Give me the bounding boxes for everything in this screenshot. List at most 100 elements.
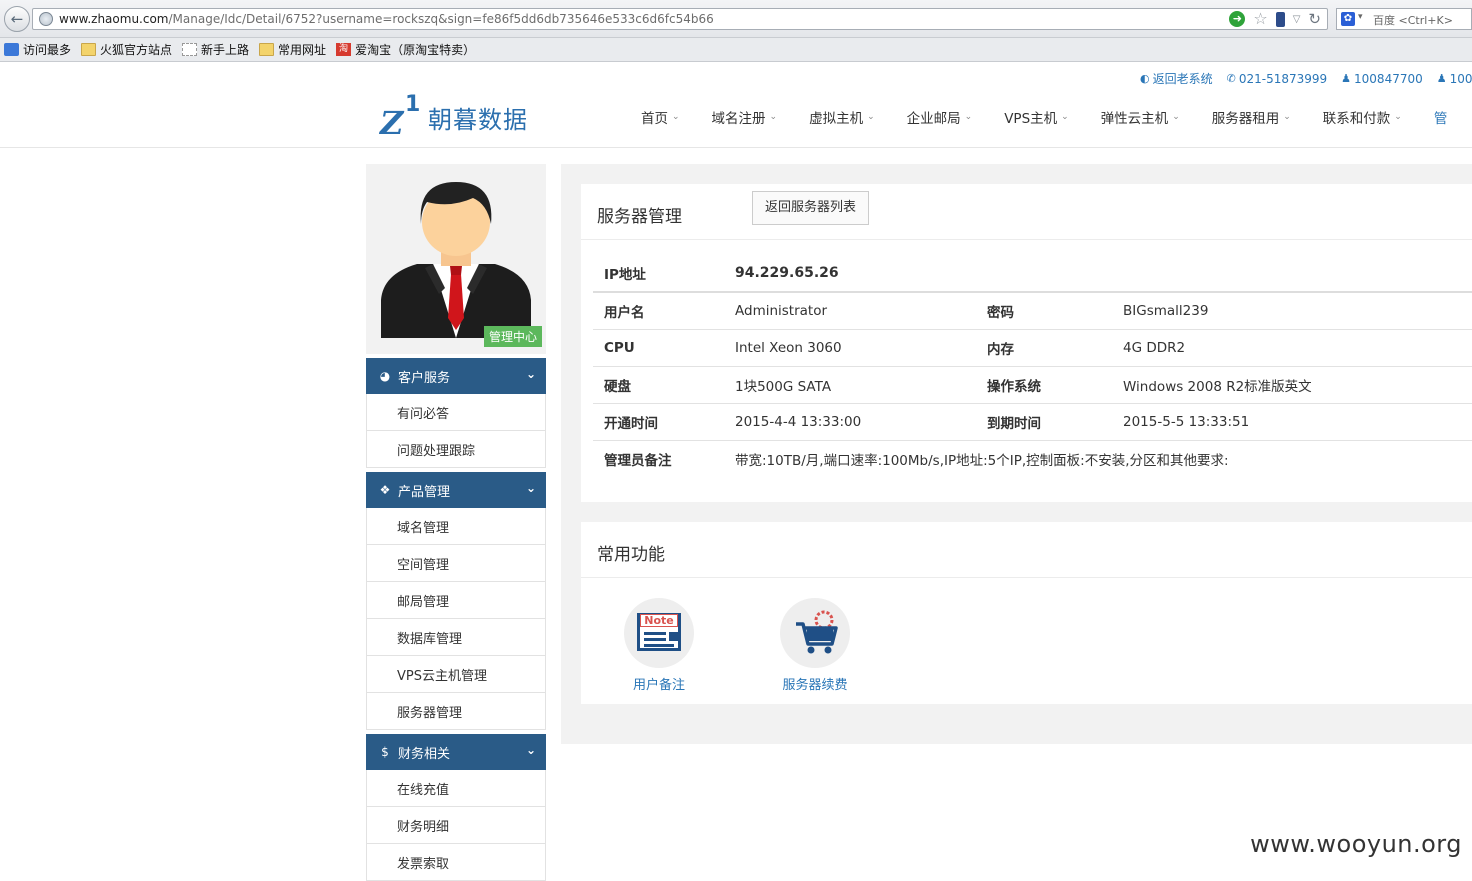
go-arrow-icon[interactable]: ➜ <box>1229 11 1246 27</box>
folder-icon <box>81 43 97 56</box>
back-arrow-icon[interactable]: ← <box>4 6 30 32</box>
page-icon <box>182 43 198 56</box>
sidebar-group-finance[interactable]: $ 财务相关 ⌄ <box>366 734 546 770</box>
memory-label: 内存 <box>976 329 1112 367</box>
sidebar-item-finance-details[interactable]: 财务明细 <box>366 807 546 844</box>
note-icon[interactable]: Note <box>624 598 694 668</box>
bookmark-firefox-site[interactable]: 火狐官方站点 <box>81 41 172 58</box>
sidebar-item-database-management[interactable]: 数据库管理 <box>366 619 546 656</box>
management-center-badge[interactable]: 管理中心 <box>483 326 542 347</box>
engine-dropdown-icon[interactable]: ▾ <box>1358 12 1363 22</box>
cart-icon[interactable] <box>780 598 850 668</box>
ip-value: 94.229.65.26 <box>724 254 1472 293</box>
server-info-table: IP地址 94.229.65.26 用户名 Administrator 密码 B… <box>593 254 1472 477</box>
server-detail-panel: 服务器管理 返回服务器列表 IP地址 94.229.65.26 用户名 Admi… <box>581 184 1472 502</box>
user-note-label[interactable]: 用户备注 <box>609 674 709 693</box>
header-divider <box>0 147 1472 148</box>
chevron-down-icon: ⌄ <box>525 743 536 757</box>
watermark: www.wooyun.org <box>1250 830 1462 858</box>
sidebar-item-domain-management[interactable]: 域名管理 <box>366 508 546 545</box>
back-to-server-list-button[interactable]: 返回服务器列表 <box>752 191 870 225</box>
password-label: 密码 <box>976 292 1112 330</box>
sidebar: 管理中心 ◕ 客户服务 ⌄ 有问必答 问题处理跟踪 ❖ 产品管理 ⌄ 域名管理 空间… <box>366 164 546 881</box>
site-logo[interactable]: Z1 朝暮数据 <box>380 92 528 142</box>
sidebar-item-mail-management[interactable]: 邮局管理 <box>366 582 546 619</box>
table-row: 管理员备注 带宽:10TB/月,端口速率:100Mb/s,IP地址:5个IP,控… <box>593 440 1472 477</box>
sidebar-group-product-management[interactable]: ❖ 产品管理 ⌄ <box>366 472 546 508</box>
nav-hosting[interactable]: 虚拟主机 ⌄ <box>809 107 875 127</box>
address-bar[interactable]: www.zhaomu.com/Manage/Idc/Detail/6752?us… <box>32 8 1328 30</box>
chevron-down-icon: ⌄ <box>1283 112 1291 122</box>
disk-value: 1块500G SATA <box>724 366 976 404</box>
reload-icon[interactable]: ↻ <box>1308 11 1321 27</box>
qq-icon: ♟ <box>1436 72 1447 85</box>
nav-vps[interactable]: VPS主机 ⌄ <box>1004 107 1069 127</box>
bookmark-getting-started[interactable]: 新手上路 <box>182 41 249 58</box>
chevron-down-icon: ⌄ <box>867 112 875 122</box>
chevron-down-icon: ⌄ <box>525 481 536 495</box>
table-row: IP地址 94.229.65.26 <box>593 254 1472 293</box>
dropdown-icon[interactable]: ▽ <box>1293 14 1301 25</box>
chevron-down-icon: ⌄ <box>964 112 973 122</box>
section-title: 常用功能 <box>597 545 665 565</box>
toggle-icon: ◐ <box>1140 72 1150 85</box>
expire-time-value: 2015-5-5 13:33:51 <box>1112 403 1472 441</box>
qq-link-1[interactable]: ♟ 100847700 <box>1341 70 1423 87</box>
logo-mark-icon: Z1 <box>380 92 421 142</box>
sidebar-item-faq[interactable]: 有问必答 <box>366 394 546 431</box>
qq-link-2[interactable]: ♟ 100 <box>1437 70 1472 87</box>
phone-link[interactable]: ✆ 021-51873999 <box>1227 70 1328 87</box>
os-label: 操作系统 <box>976 366 1112 404</box>
address-url[interactable]: www.zhaomu.com/Manage/Idc/Detail/6752?us… <box>59 12 714 26</box>
avatar <box>381 182 531 338</box>
sidebar-group-customer-service[interactable]: ◕ 客户服务 ⌄ <box>366 358 546 394</box>
nav-manage[interactable]: 管 <box>1434 107 1448 127</box>
qq-icon: ♟ <box>1341 72 1352 85</box>
bookmarks-bar: 访问最多 火狐官方站点 新手上路 常用网址 淘爱淘宝（原淘宝特卖） <box>0 38 1472 62</box>
server-renewal-function[interactable]: 服务器续费 <box>765 598 865 693</box>
sidebar-item-issue-tracking[interactable]: 问题处理跟踪 <box>366 431 546 468</box>
chevron-down-icon: ⌄ <box>1172 112 1180 122</box>
cubes-icon: ❖ <box>379 483 391 497</box>
table-row: 用户名 Administrator 密码 BIGsmall239 <box>593 292 1472 330</box>
server-renewal-label[interactable]: 服务器续费 <box>765 674 865 693</box>
table-row: 开通时间 2015-4-4 13:33:00 到期时间 2015-5-5 13:… <box>593 403 1472 441</box>
username-value: Administrator <box>724 292 976 330</box>
table-row: 硬盘 1块500G SATA 操作系统 Windows 2008 R2标准版英文 <box>593 366 1472 404</box>
bookmark-star-icon[interactable]: ☆ <box>1253 11 1267 27</box>
sidebar-item-vps-management[interactable]: VPS云主机管理 <box>366 656 546 693</box>
nav-contact-payment[interactable]: 联系和付款 ⌄ <box>1323 107 1402 127</box>
table-row: CPU Intel Xeon 3060 内存 4G DDR2 <box>593 329 1472 367</box>
phone-icon: ✆ <box>1226 72 1236 85</box>
sidebar-item-online-recharge[interactable]: 在线充值 <box>366 770 546 807</box>
logo-text: 朝暮数据 <box>428 105 528 134</box>
expire-time-label: 到期时间 <box>976 403 1112 441</box>
memory-value: 4G DDR2 <box>1112 329 1472 367</box>
baidu-paw-icon[interactable]: ✿ <box>1341 12 1355 26</box>
search-placeholder[interactable]: 百度 <Ctrl+K> <box>1373 12 1453 28</box>
chevron-down-icon: ⌄ <box>1061 112 1069 122</box>
nav-home[interactable]: 首页 ⌄ <box>641 107 680 127</box>
mobile-icon[interactable] <box>1275 11 1285 27</box>
bookmark-most-visited[interactable]: 访问最多 <box>4 41 71 58</box>
search-input[interactable]: ✿ ▾ 百度 <Ctrl+K> <box>1336 8 1472 30</box>
user-note-function[interactable]: Note 用户备注 <box>609 598 709 693</box>
avatar-panel: 管理中心 <box>366 164 546 354</box>
sidebar-item-invoice-request[interactable]: 发票索取 <box>366 844 546 881</box>
nav-cloud[interactable]: 弹性云主机 ⌄ <box>1101 107 1180 127</box>
bookmark-common-urls[interactable]: 常用网址 <box>259 41 326 58</box>
ip-label: IP地址 <box>593 254 724 293</box>
disk-label: 硬盘 <box>593 366 724 404</box>
username-label: 用户名 <box>593 292 724 330</box>
os-value: Windows 2008 R2标准版英文 <box>1112 366 1472 404</box>
admin-note-value: 带宽:10TB/月,端口速率:100Mb/s,IP地址:5个IP,控制面板:不安… <box>735 452 1229 469</box>
nav-domain[interactable]: 域名注册 ⌄ <box>712 107 778 127</box>
chevron-down-icon: ⌄ <box>525 367 536 381</box>
dashboard-icon: ◕ <box>379 369 391 383</box>
bookmark-taobao[interactable]: 淘爱淘宝（原淘宝特卖） <box>336 41 475 58</box>
return-old-system-link[interactable]: ◐ 返回老系统 <box>1140 70 1213 87</box>
sidebar-item-server-management[interactable]: 服务器管理 <box>366 693 546 730</box>
nav-server-rental[interactable]: 服务器租用 ⌄ <box>1212 107 1291 127</box>
nav-email[interactable]: 企业邮局 ⌄ <box>907 107 973 127</box>
sidebar-item-space-management[interactable]: 空间管理 <box>366 545 546 582</box>
